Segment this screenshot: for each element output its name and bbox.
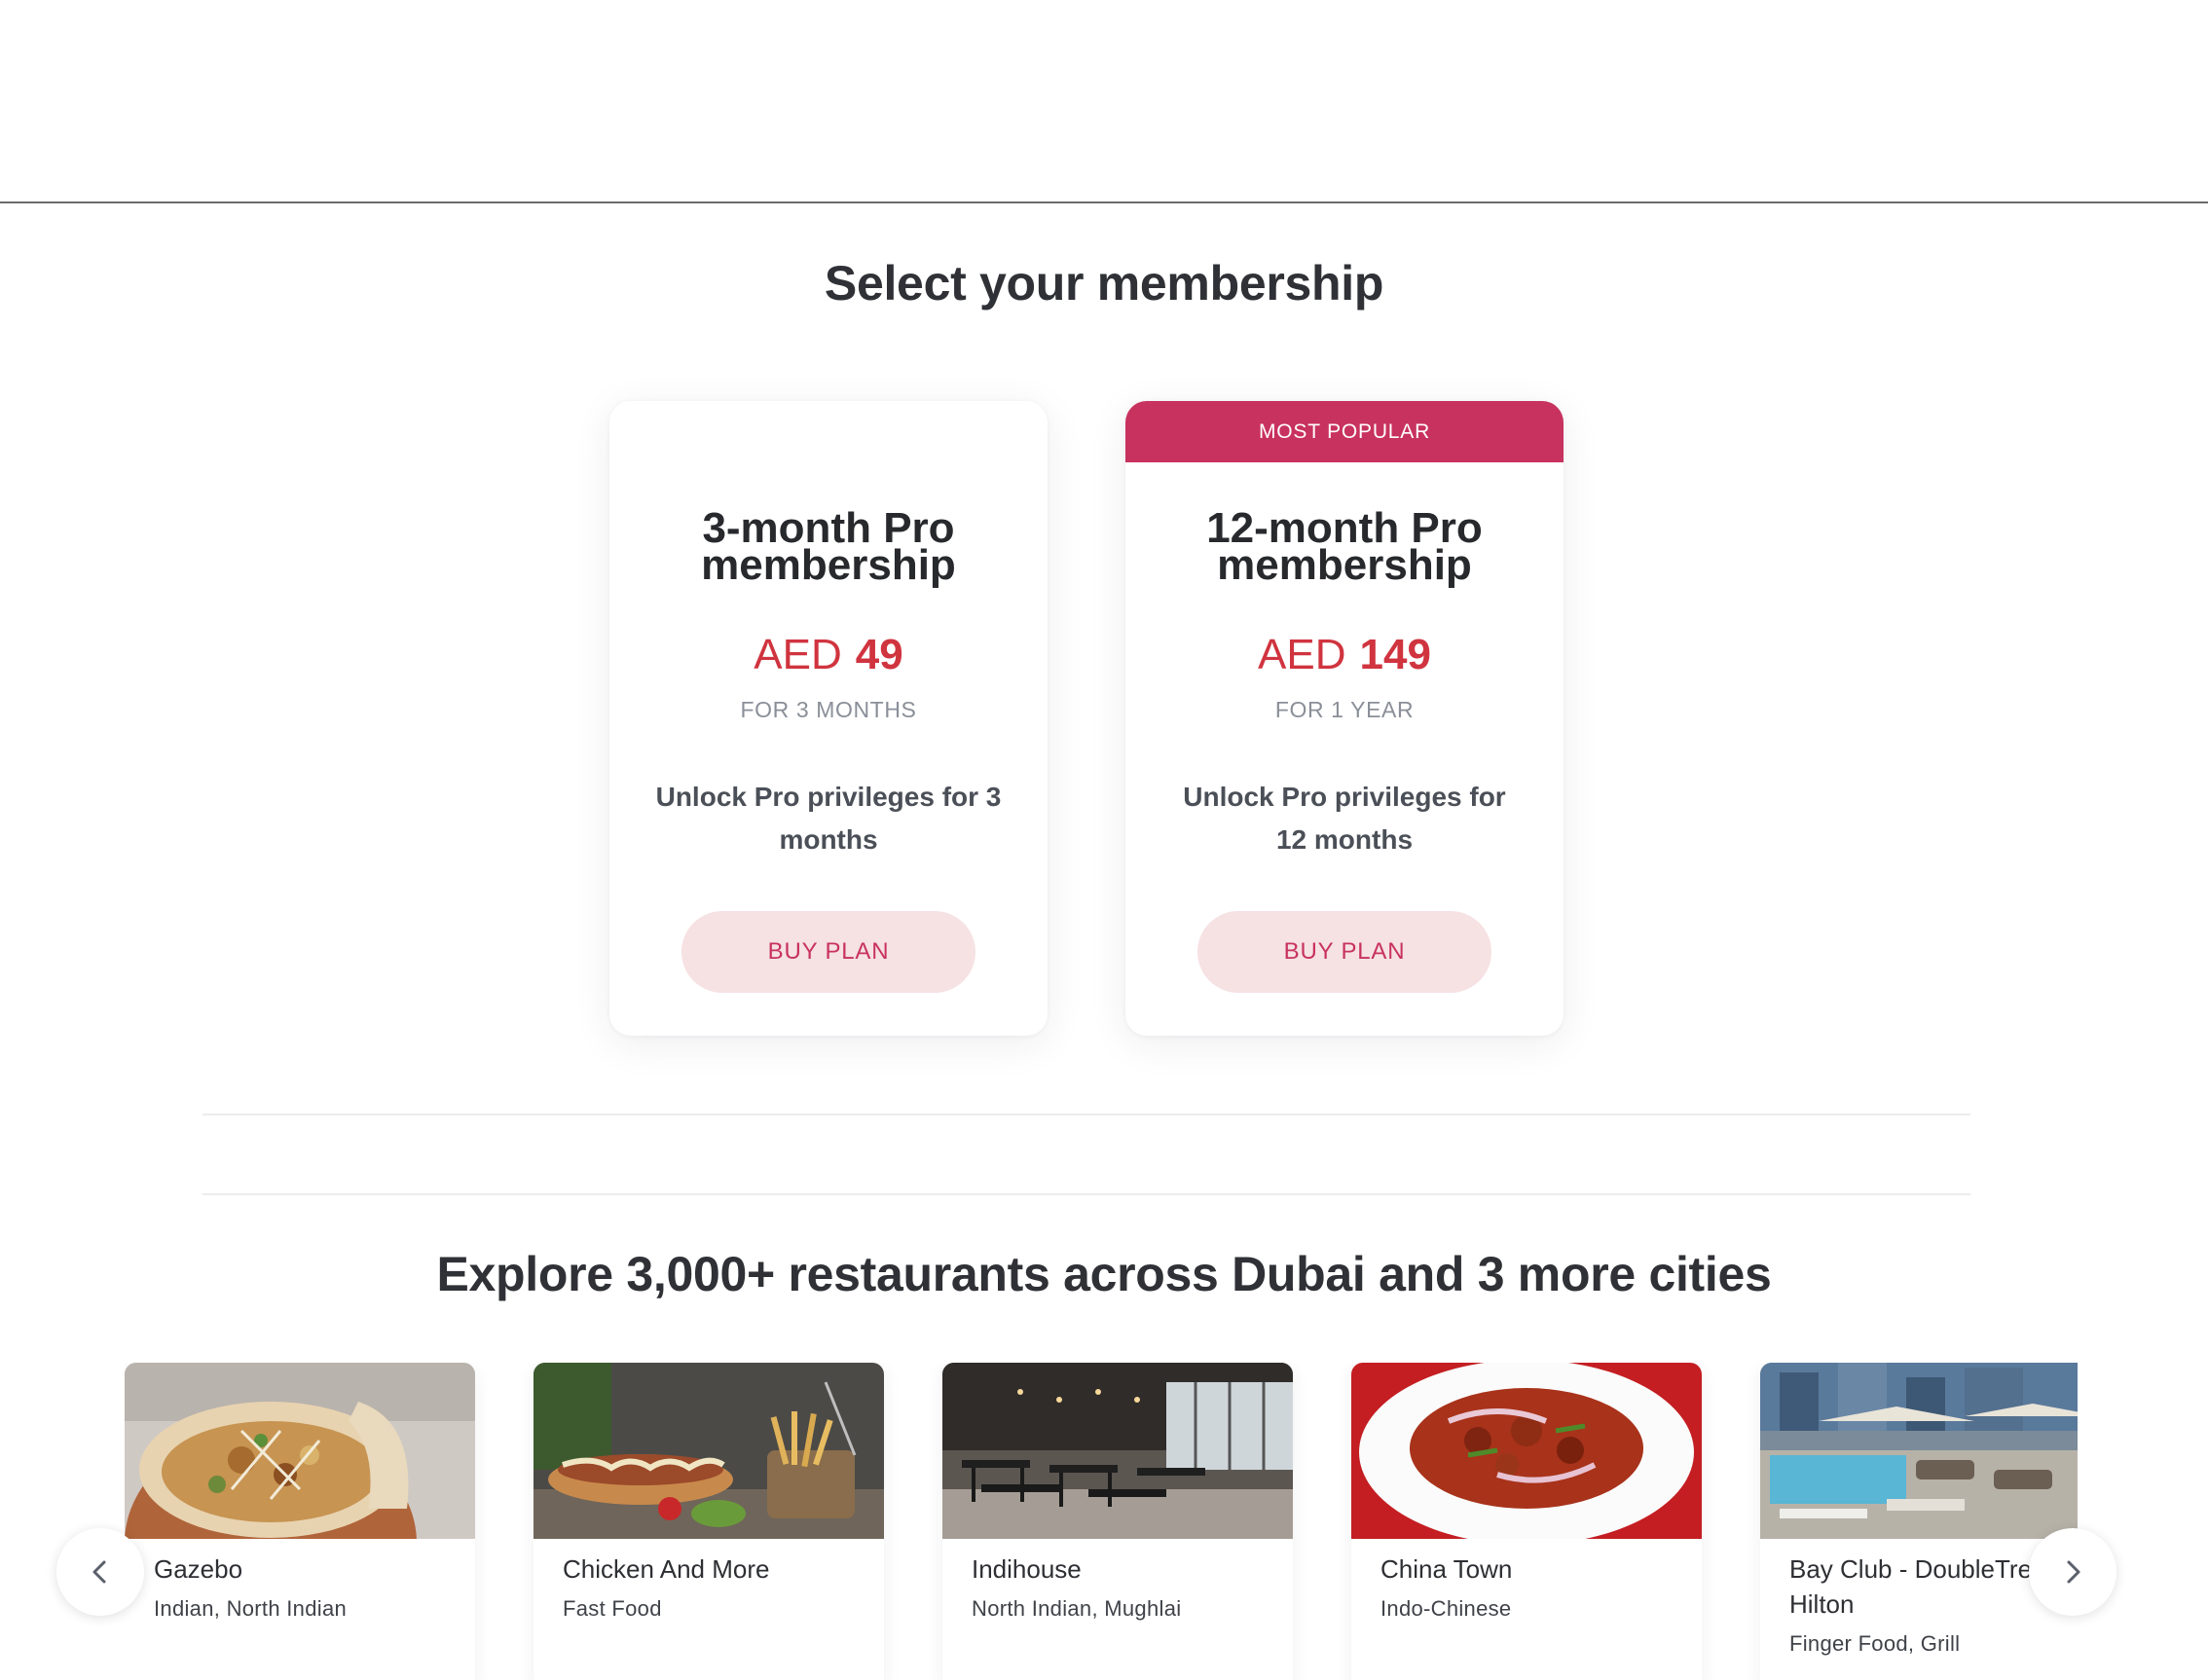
top-header-bar: [0, 0, 2208, 203]
plan-period: FOR 3 MONTHS: [740, 697, 917, 722]
restaurant-card[interactable]: Indihouse North Indian, Mughlai: [942, 1363, 1293, 1680]
explore-section-title: Explore 3,000+ restaurants across Dubai …: [436, 1247, 1772, 1301]
carousel-next-button[interactable]: [2029, 1528, 2116, 1616]
restaurant-card[interactable]: China Town Indo-Chinese: [1351, 1363, 1702, 1680]
restaurant-card[interactable]: Gazebo Indian, North Indian: [125, 1363, 475, 1680]
plan-currency: AED: [754, 631, 842, 678]
restaurant-card[interactable]: Chicken And More Fast Food: [534, 1363, 884, 1680]
carousel-prev-button[interactable]: [56, 1528, 144, 1616]
plan-card-3-month: 3-month Pro membership AED 49 FOR 3 MONTH…: [609, 401, 1048, 1036]
restaurant-name: Chicken And More: [563, 1554, 770, 1584]
chevron-left-icon: [92, 1560, 106, 1584]
plan-card-12-month: MOST POPULAR 12-month Pro membership AED…: [1125, 401, 1564, 1036]
restaurant-image: [942, 1363, 1293, 1539]
section-divider: [202, 1193, 1970, 1195]
plan-description: Unlock Pro privileges for 3 months: [655, 782, 1002, 855]
plan-currency: AED: [1258, 631, 1346, 678]
plan-period: FOR 1 YEAR: [1274, 697, 1415, 722]
buy-plan-button[interactable]: BUY PLAN: [1197, 911, 1491, 993]
restaurant-cuisine: North Indian, Mughlai: [972, 1596, 1182, 1621]
restaurant-image: [534, 1363, 884, 1539]
plan-price: AED 49: [609, 631, 1048, 679]
restaurant-cuisine: Indian, North Indian: [154, 1596, 348, 1621]
restaurant-image: [1351, 1363, 1702, 1539]
plan-name: 12-month Pro membership: [1206, 504, 1483, 589]
plan-amount: 49: [855, 631, 903, 678]
restaurant-image: [125, 1363, 475, 1539]
membership-section-title: Select your membership: [824, 256, 1384, 310]
plan-description: Unlock Pro privileges for 12 months: [1183, 782, 1506, 855]
restaurant-image: [1760, 1363, 2078, 1539]
restaurant-name: Indihouse: [972, 1554, 1082, 1584]
restaurant-cuisine: Fast Food: [563, 1596, 662, 1621]
most-popular-badge: MOST POPULAR: [1125, 401, 1564, 462]
restaurant-name: China Town: [1380, 1554, 1513, 1584]
chevron-right-icon: [2067, 1560, 2080, 1584]
plan-name: 3-month Pro membership: [701, 504, 956, 589]
section-divider: [202, 1114, 1970, 1115]
restaurant-card[interactable]: Bay Club - DoubleTree by Hilton Finger F…: [1760, 1363, 2078, 1680]
restaurant-carousel: Gazebo Indian, North Indian Chicken And …: [125, 1363, 2078, 1680]
plan-price: AED 149: [1125, 631, 1564, 679]
plan-amount: 149: [1359, 631, 1431, 678]
restaurant-cuisine: Indo-Chinese: [1380, 1596, 1512, 1621]
buy-plan-button[interactable]: BUY PLAN: [681, 911, 975, 993]
restaurant-name: Gazebo: [154, 1554, 243, 1584]
restaurant-cuisine: Finger Food, Grill: [1789, 1631, 1961, 1656]
